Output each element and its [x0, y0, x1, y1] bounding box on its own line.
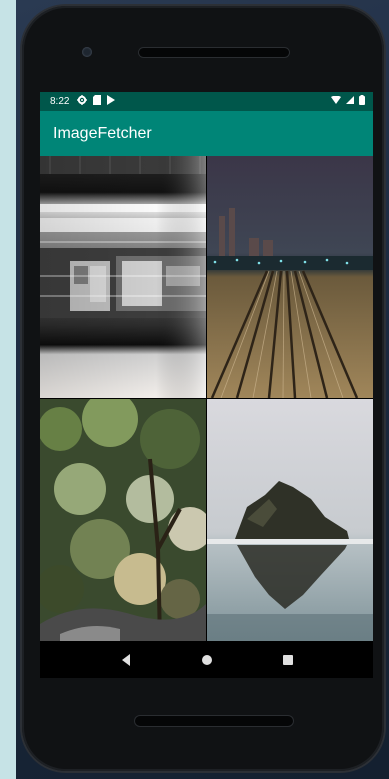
foliage-image — [40, 399, 206, 641]
device-screen: 8:22 ImageFetcher — [40, 92, 373, 678]
play-store-icon — [107, 95, 116, 108]
wifi-icon — [331, 95, 341, 107]
navigation-bar — [40, 642, 373, 678]
status-right-icons — [331, 95, 365, 108]
bottom-speaker — [135, 716, 293, 726]
back-icon[interactable] — [114, 648, 138, 672]
subway-image — [40, 156, 206, 398]
status-bar: 8:22 — [40, 92, 373, 111]
image-grid — [40, 156, 373, 642]
image-tile-rock[interactable] — [207, 399, 373, 641]
app-title: ImageFetcher — [53, 124, 152, 142]
image-tile-railway[interactable] — [207, 156, 373, 398]
railway-image — [207, 156, 373, 398]
front-camera — [82, 47, 92, 57]
status-time: 8:22 — [50, 96, 70, 107]
battery-icon — [359, 95, 365, 108]
image-tile-foliage[interactable] — [40, 399, 206, 641]
settings-icon — [77, 95, 88, 108]
home-icon[interactable] — [195, 648, 219, 672]
image-tile-subway[interactable] — [40, 156, 206, 398]
rock-image — [207, 399, 373, 641]
app-bar: ImageFetcher — [40, 111, 373, 156]
status-left-icons — [77, 95, 116, 108]
sd-card-icon — [93, 95, 102, 108]
top-speaker — [139, 48, 289, 57]
signal-icon — [346, 96, 354, 107]
recents-icon[interactable] — [276, 648, 300, 672]
